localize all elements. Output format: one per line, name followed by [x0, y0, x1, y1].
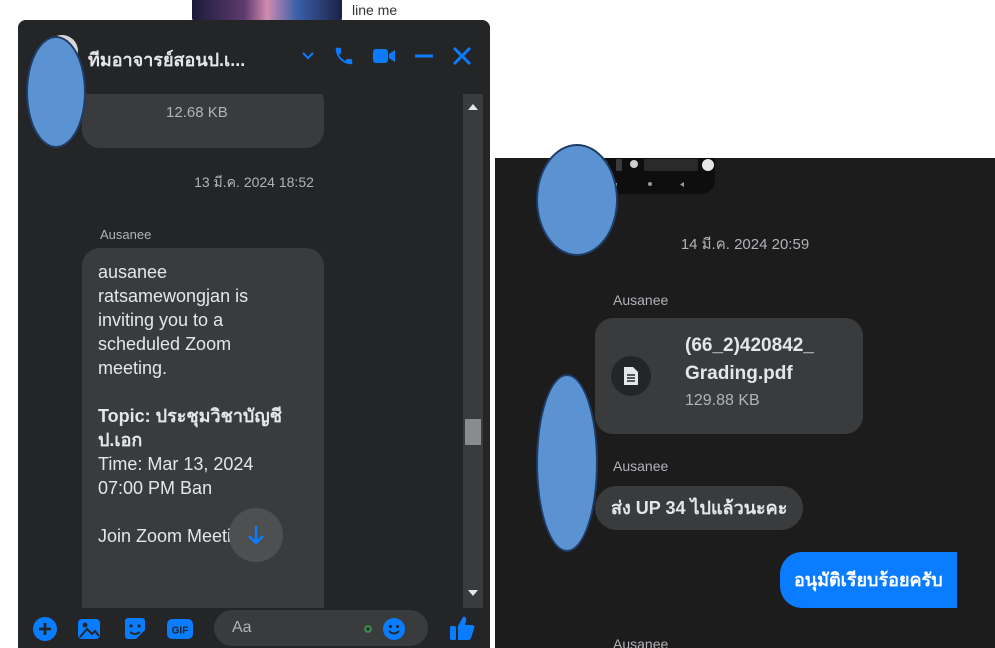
chat-title[interactable]: ทีมอาจารย์สอนป.เ... — [88, 45, 245, 74]
video-icon[interactable] — [370, 42, 398, 70]
message-line: ausanee — [98, 262, 168, 282]
received-message-bubble[interactable]: ส่ง UP 34 ไปแล้วนะคะ — [595, 486, 804, 530]
scrollbar-thumb[interactable] — [465, 419, 481, 445]
message-input[interactable]: Aa — [214, 610, 428, 646]
redacted-avatar — [26, 36, 86, 148]
background-strip-text: line me — [352, 2, 398, 18]
chat-window-left: ทีมอาจารย์สอนป.เ... 12.68 KB 13 มี.ค. 20… — [18, 20, 490, 648]
emoji-icon[interactable] — [382, 617, 406, 641]
message-line: Topic: ประชุมวิชาบัญชี — [98, 406, 282, 426]
background-thumbnail — [192, 0, 342, 22]
sender-name: Ausanee — [613, 292, 669, 308]
message-line: Time: Mar 13, 2024 — [98, 454, 254, 474]
message-input-placeholder: Aa — [232, 619, 252, 636]
redacted-avatar — [536, 144, 618, 256]
scroll-up-arrow[interactable] — [468, 104, 478, 110]
close-icon[interactable] — [448, 42, 476, 70]
scroll-down-arrow[interactable] — [468, 590, 478, 596]
message-line: 07:00 PM Ban — [98, 478, 213, 498]
sender-name: Ausanee — [100, 227, 152, 242]
svg-text:GIF: GIF — [172, 626, 189, 637]
message-line: meeting. — [98, 358, 168, 378]
message-line: ป.เอก — [98, 430, 143, 450]
gif-icon[interactable]: GIF — [166, 616, 193, 642]
message-list[interactable]: 12.68 KB 13 มี.ค. 2024 18:52 Ausanee aus… — [18, 94, 490, 608]
sender-name: Ausanee — [613, 458, 669, 474]
document-icon — [611, 356, 651, 396]
message-line: scheduled Zoom — [98, 334, 232, 354]
file-name-line: (66_2)420842_ — [685, 335, 814, 356]
file-attachment-bubble[interactable]: 12.68 KB — [82, 94, 324, 148]
file-name-line: Grading.pdf — [685, 363, 793, 384]
status-dot-icon — [364, 625, 372, 633]
file-name: (66_2)420842_ Grading.pdf — [685, 332, 855, 388]
message-timestamp: 13 มี.ค. 2024 18:52 — [194, 174, 314, 190]
scrollbar[interactable] — [463, 94, 483, 608]
image-icon[interactable] — [76, 616, 102, 642]
sticker-icon[interactable] — [122, 616, 148, 642]
scroll-down-icon[interactable] — [229, 508, 283, 562]
minimize-icon[interactable] — [410, 42, 438, 70]
phone-icon[interactable] — [330, 42, 358, 70]
message-bubble-zoom-invite[interactable]: ausanee ratsamewongjan is inviting you t… — [82, 248, 324, 608]
file-size: 12.68 KB — [166, 104, 228, 121]
sender-name: Ausanee — [613, 636, 669, 648]
plus-icon[interactable] — [32, 616, 58, 642]
message-line: ratsamewongjan is — [98, 286, 249, 306]
sent-message-bubble[interactable]: อนุมัติเรียบร้อยครับ — [780, 552, 957, 608]
message-text: ausanee ratsamewongjan is inviting you t… — [98, 260, 303, 548]
message-line: inviting you to a — [98, 310, 224, 330]
chat-header: ทีมอาจารย์สอนป.เ... — [18, 20, 490, 94]
like-icon[interactable] — [448, 614, 475, 640]
message-composer: GIF Aa — [18, 608, 490, 648]
chevron-down-icon[interactable] — [294, 42, 322, 70]
file-attachment-bubble[interactable]: (66_2)420842_ Grading.pdf 129.88 KB — [595, 318, 863, 434]
file-size: 129.88 KB — [685, 392, 760, 409]
redacted-avatar — [536, 374, 598, 552]
